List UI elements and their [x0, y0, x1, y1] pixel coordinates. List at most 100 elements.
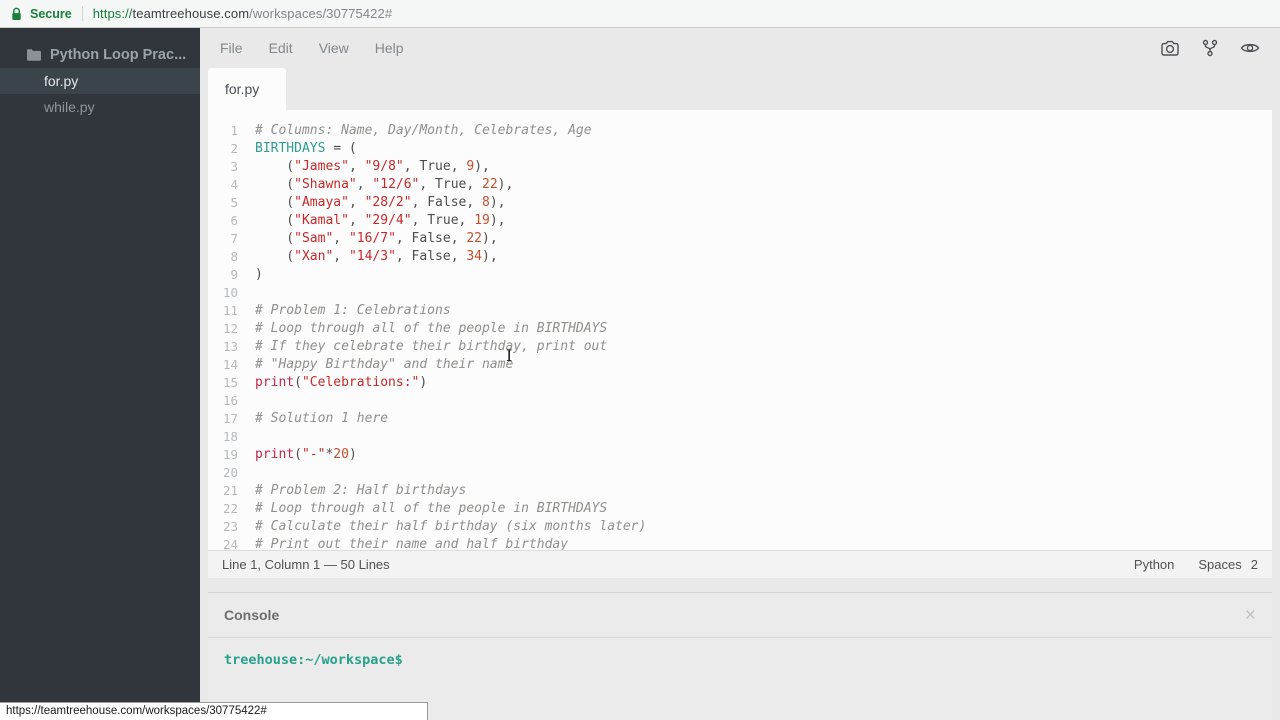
- line-number: 3: [208, 158, 238, 176]
- code-text: # Loop through all of the people in BIRT…: [255, 320, 607, 338]
- line-number: 14: [208, 356, 238, 374]
- lock-icon: [10, 7, 23, 21]
- workspace: Python Loop Prac... for.py while.py File…: [0, 28, 1280, 720]
- browser-status-tooltip: https://teamtreehouse.com/workspaces/307…: [0, 702, 428, 720]
- menu-file[interactable]: File: [220, 40, 243, 56]
- code-text: # Calculate their half birthday (six mon…: [255, 518, 646, 536]
- code-text: ("Shawna", "12/6", True, 22),: [255, 176, 513, 194]
- terminal-prompt: treehouse:~/workspace$: [224, 652, 403, 668]
- language-indicator[interactable]: Python: [1134, 557, 1174, 572]
- statusbar-right: Python Spaces 2: [1134, 557, 1258, 572]
- code-line[interactable]: 1 # Columns: Name, Day/Month, Celebrates,…: [208, 122, 1272, 140]
- tab-for-py[interactable]: for.py: [208, 68, 286, 110]
- line-number: 20: [208, 464, 238, 482]
- url-path: /workspaces/30775422#: [249, 6, 392, 21]
- file-sidebar: Python Loop Prac... for.py while.py: [0, 28, 200, 720]
- code-text: ): [255, 266, 263, 284]
- url-scheme: https://: [93, 6, 133, 21]
- line-number: 11: [208, 302, 238, 320]
- folder-icon: [27, 49, 41, 61]
- code-text: ("Sam", "16/7", False, 22),: [255, 230, 498, 248]
- line-number: 2: [208, 140, 238, 158]
- sidebar-item-for-py[interactable]: for.py: [0, 68, 200, 94]
- code-line[interactable]: 20: [208, 464, 1272, 482]
- code-line[interactable]: 23 # Calculate their half birthday (six m…: [208, 518, 1272, 536]
- console-panel: Console × treehouse:~/workspace$: [208, 592, 1272, 720]
- project-name-row[interactable]: Python Loop Prac...: [0, 42, 200, 68]
- editor-panel: for.py 1 # Columns: Name, Day/Month, Cele…: [208, 68, 1272, 578]
- url-text[interactable]: https://teamtreehouse.com/workspaces/307…: [93, 6, 392, 21]
- address-bar-divider: [82, 6, 83, 21]
- code-line[interactable]: 16: [208, 392, 1272, 410]
- close-icon[interactable]: ×: [1245, 606, 1256, 625]
- browser-address-bar[interactable]: Secure https://teamtreehouse.com/workspa…: [0, 0, 1280, 28]
- code-line[interactable]: 3 ("James", "9/8", True, 9),: [208, 158, 1272, 176]
- code-line[interactable]: 8 ("Xan", "14/3", False, 34),: [208, 248, 1272, 266]
- file-name: for.py: [44, 73, 78, 89]
- line-number: 12: [208, 320, 238, 338]
- code-line[interactable]: 2 BIRTHDAYS = (: [208, 140, 1272, 158]
- eye-icon[interactable]: [1240, 41, 1260, 55]
- code-line[interactable]: 21 # Problem 2: Half birthdays: [208, 482, 1272, 500]
- code-line[interactable]: 14 # "Happy Birthday" and their name: [208, 356, 1272, 374]
- code-line[interactable]: 19print("-"*20): [208, 446, 1272, 464]
- url-domain: teamtreehouse.com: [133, 6, 250, 21]
- code-text: BIRTHDAYS = (: [255, 140, 357, 158]
- menu-view[interactable]: View: [319, 40, 349, 56]
- code-line[interactable]: 6 ("Kamal", "29/4", True, 19),: [208, 212, 1272, 230]
- code-line[interactable]: 15print("Celebrations:"): [208, 374, 1272, 392]
- status-link-text: https://teamtreehouse.com/workspaces/307…: [6, 705, 267, 717]
- line-number: 7: [208, 230, 238, 248]
- line-number: 23: [208, 518, 238, 536]
- editor-tabbar: for.py: [208, 68, 1272, 110]
- indent-size[interactable]: 2: [1251, 557, 1258, 572]
- code-text: ("Amaya", "28/2", False, 8),: [255, 194, 506, 212]
- code-text: ("Kamal", "29/4", True, 19),: [255, 212, 506, 230]
- indent-type[interactable]: Spaces: [1198, 557, 1241, 572]
- line-number: 21: [208, 482, 238, 500]
- line-number: 1: [208, 122, 238, 140]
- sidebar-item-while-py[interactable]: while.py: [0, 94, 200, 120]
- code-text: # Problem 2: Half birthdays: [255, 482, 466, 500]
- code-line[interactable]: 4 ("Shawna", "12/6", True, 22),: [208, 176, 1272, 194]
- code-text: # Columns: Name, Day/Month, Celebrates, …: [255, 122, 592, 140]
- code-line[interactable]: 11# Problem 1: Celebrations: [208, 302, 1272, 320]
- line-number: 6: [208, 212, 238, 230]
- line-number: 8: [208, 248, 238, 266]
- menu-help[interactable]: Help: [375, 40, 404, 56]
- fork-icon[interactable]: [1202, 39, 1218, 57]
- main-area: File Edit View Help: [200, 28, 1280, 720]
- code-line[interactable]: 7 ("Sam", "16/7", False, 22),: [208, 230, 1272, 248]
- code-line[interactable]: 9): [208, 266, 1272, 284]
- code-line[interactable]: 17 # Solution 1 here: [208, 410, 1272, 428]
- camera-icon[interactable]: [1161, 40, 1180, 57]
- secure-label[interactable]: Secure: [30, 7, 72, 21]
- treehouse-workspace-page: Secure https://teamtreehouse.com/workspa…: [0, 0, 1280, 720]
- code-text: # If they celebrate their birthday, prin…: [255, 338, 607, 356]
- code-line[interactable]: 13 # If they celebrate their birthday, pr…: [208, 338, 1272, 356]
- file-name: while.py: [44, 99, 95, 115]
- code-text: print("-"*20): [255, 446, 357, 464]
- project-name: Python Loop Prac...: [50, 47, 186, 63]
- code-line[interactable]: 24# Print out their name and half birthd…: [208, 536, 1272, 550]
- line-number: 22: [208, 500, 238, 518]
- line-number: 5: [208, 194, 238, 212]
- code-editor[interactable]: 1 # Columns: Name, Day/Month, Celebrates,…: [208, 110, 1272, 550]
- menu-edit[interactable]: Edit: [269, 40, 293, 56]
- code-line[interactable]: 5 ("Amaya", "28/2", False, 8),: [208, 194, 1272, 212]
- code-line[interactable]: 12 # Loop through all of the people in BI…: [208, 320, 1272, 338]
- line-number: 13: [208, 338, 238, 356]
- code-text: # Solution 1 here: [255, 410, 388, 428]
- code-line[interactable]: 18: [208, 428, 1272, 446]
- code-line[interactable]: 22# Loop through all of the people in BI…: [208, 500, 1272, 518]
- line-number: 4: [208, 176, 238, 194]
- console-header: Console ×: [208, 593, 1272, 638]
- line-number: 17: [208, 410, 238, 428]
- console-output[interactable]: treehouse:~/workspace$: [208, 638, 1272, 682]
- cursor-position: Line 1, Column 1 — 50 Lines: [222, 557, 390, 572]
- code-text: # "Happy Birthday" and their name: [255, 356, 513, 374]
- code-line[interactable]: 10: [208, 284, 1272, 302]
- toolbar-icons: [1161, 39, 1260, 57]
- editor-statusbar: Line 1, Column 1 — 50 Lines Python Space…: [208, 550, 1272, 578]
- code-text: ("Xan", "14/3", False, 34),: [255, 248, 498, 266]
